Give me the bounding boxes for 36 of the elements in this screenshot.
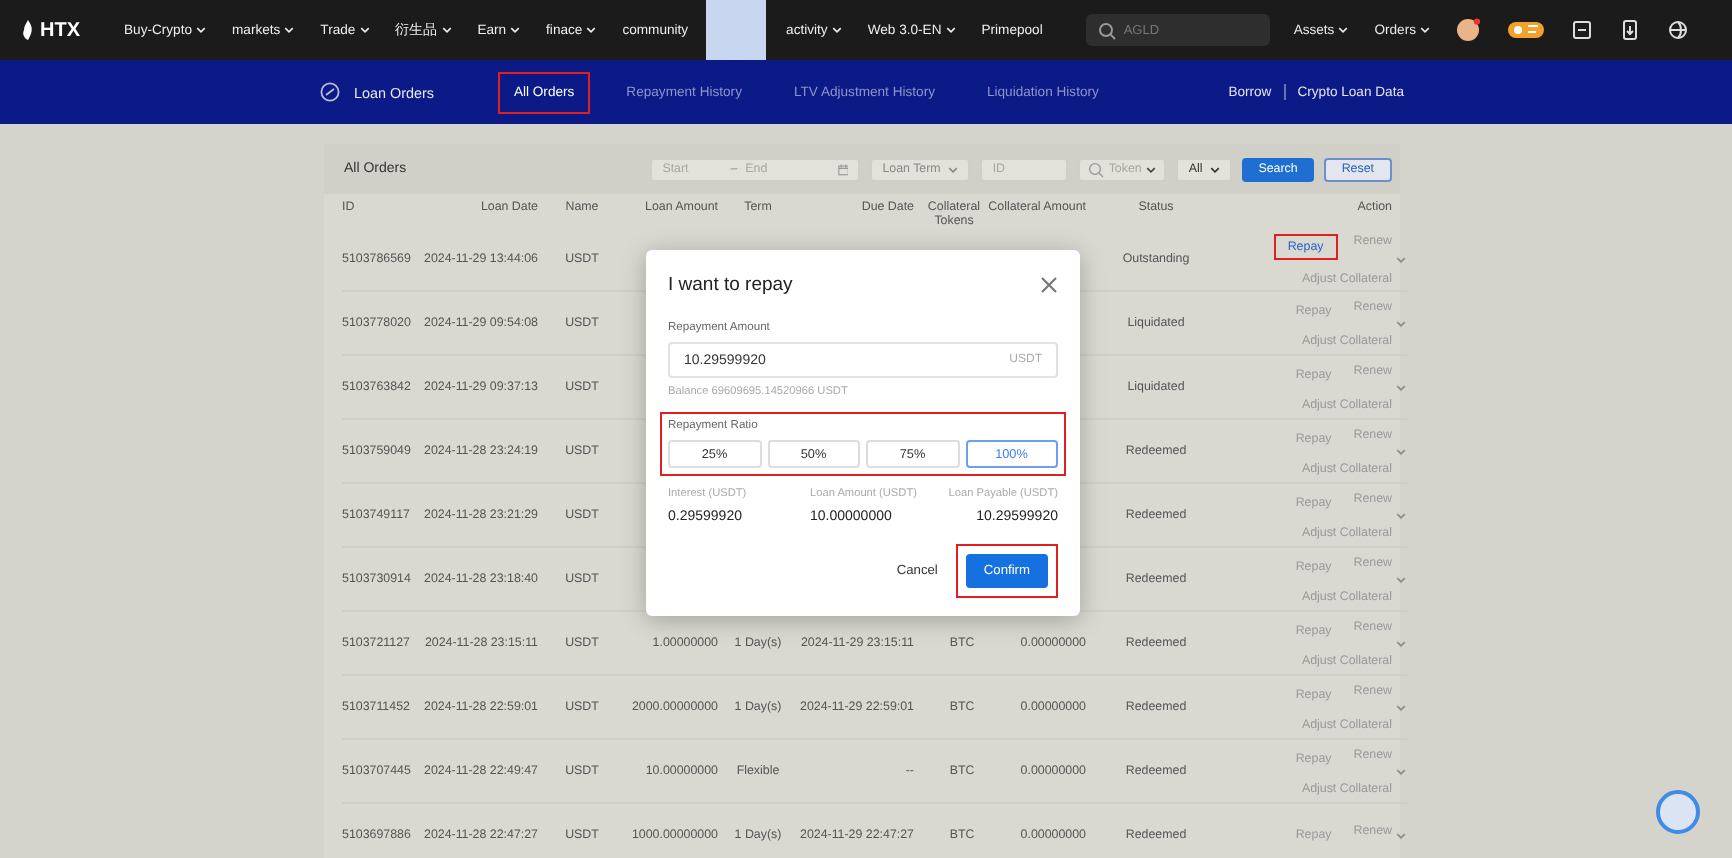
caret-icon [510, 26, 521, 34]
caret-icon [441, 26, 452, 34]
chevron-icon[interactable] [1395, 767, 1405, 775]
chevron-icon[interactable] [1395, 639, 1405, 647]
caret-icon [945, 26, 956, 34]
chevron-icon[interactable] [1395, 255, 1405, 263]
globe-icon[interactable] [1668, 20, 1688, 40]
reward-badge-icon[interactable] [1508, 20, 1544, 40]
search-icon [1097, 22, 1116, 40]
caret-icon [196, 26, 206, 34]
chevron-icon[interactable] [1395, 447, 1405, 455]
loan-icon [320, 82, 340, 102]
search-icon [1088, 162, 1105, 178]
caret-icon [1420, 26, 1430, 34]
assistant-avatar[interactable] [1656, 790, 1700, 834]
caret-icon [1210, 165, 1221, 173]
avatar-icon[interactable] [1456, 18, 1480, 42]
caret-icon [359, 26, 370, 34]
caret-icon [1338, 26, 1349, 34]
caret-icon [831, 26, 842, 34]
dialog-title: I want to repay [668, 274, 793, 296]
caret-icon [586, 26, 597, 34]
chevron-icon[interactable] [1395, 511, 1405, 519]
caret-icon [284, 26, 295, 34]
chevron-icon[interactable] [1395, 319, 1405, 327]
caret-icon [948, 165, 959, 173]
brand-logo-text[interactable]: HTX [40, 19, 80, 41]
close-icon [1040, 276, 1058, 294]
chevron-icon[interactable] [1395, 383, 1405, 391]
download-icon[interactable] [1620, 20, 1640, 40]
chevron-icon[interactable] [1395, 831, 1405, 839]
calendar-icon [837, 161, 849, 177]
chevron-icon[interactable] [1395, 703, 1405, 711]
chevron-icon[interactable] [1395, 575, 1405, 583]
image-placeholder [706, 0, 767, 60]
caret-icon [1146, 165, 1157, 173]
